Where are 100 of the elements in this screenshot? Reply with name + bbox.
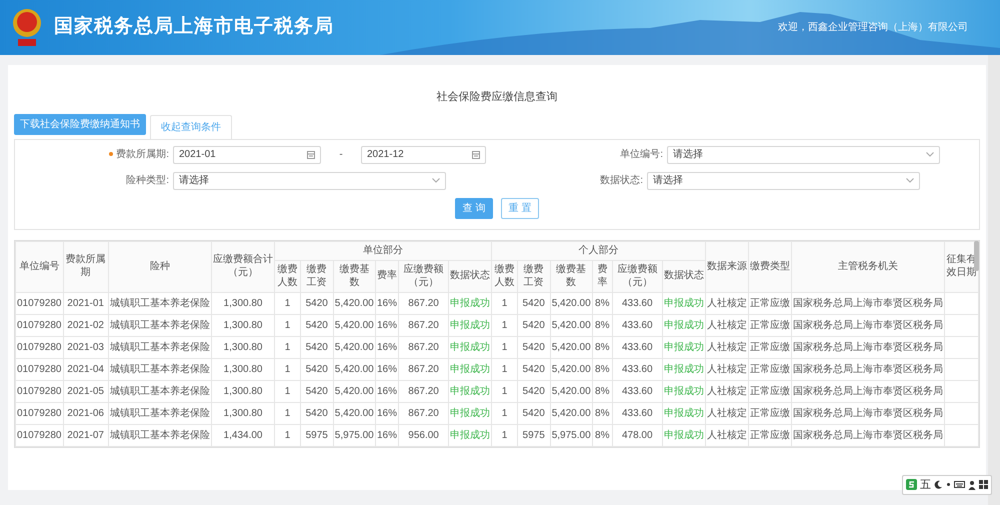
table-cell: 1 [492, 336, 518, 358]
table-cell: 433.60 [612, 402, 662, 424]
column-header: 应缴费额（元） [398, 260, 449, 292]
table-scrollbar[interactable] [974, 240, 979, 270]
column-header: 缴费基数 [333, 260, 376, 292]
table-cell: 申报成功 [448, 336, 492, 358]
table-cell: 1,434.00 [211, 424, 275, 446]
table-cell: 2021-01 [63, 292, 108, 314]
select-field[interactable]: 请选择 [647, 172, 920, 190]
column-header: 数据状态 [448, 260, 492, 292]
table-cell: 2021-02 [63, 314, 108, 336]
month-field[interactable]: 2021-01 [173, 146, 321, 164]
calendar-icon [307, 150, 315, 158]
table-cell: 16% [375, 402, 398, 424]
table-cell: 2021-07 [63, 424, 108, 446]
column-group-header: 单位部分 [274, 241, 492, 260]
select-field[interactable]: 请选择 [667, 146, 940, 164]
column-header: 数据状态 [662, 260, 706, 292]
table-cell: 2021-05 [63, 380, 108, 402]
table-cell: 人社核定 [705, 314, 748, 336]
person-icon [968, 480, 976, 490]
table-cell: 1 [274, 336, 300, 358]
table-cell: 5420 [517, 380, 550, 402]
table-cell: 申报成功 [448, 358, 492, 380]
table-cell: 申报成功 [662, 314, 706, 336]
moon-icon [934, 480, 943, 490]
table-cell: 正常应缴 [748, 358, 792, 380]
table-cell: 01079280 [16, 380, 63, 402]
table-cell: 城镇职工基本养老保险 [108, 402, 212, 424]
table-cell: 5,420.00 [333, 358, 376, 380]
table-cell: 1 [274, 358, 300, 380]
table-cell: 5420 [300, 380, 334, 402]
table-cell: 16% [375, 292, 398, 314]
table-cell: 1 [492, 402, 518, 424]
table-cell: 5420 [517, 292, 550, 314]
table-cell: 人社核定 [705, 358, 748, 380]
column-header: 费款所属期 [63, 241, 108, 292]
table-cell: 16% [375, 336, 398, 358]
table-cell: 5975 [300, 424, 334, 446]
table-cell: 867.20 [398, 314, 449, 336]
table-cell: 5,420.00 [550, 292, 592, 314]
table-cell: 867.20 [398, 358, 449, 380]
range-separator: - [338, 148, 344, 162]
column-header: 数据来源 [705, 241, 748, 292]
table-cell: 城镇职工基本养老保险 [108, 424, 212, 446]
table-cell: 433.60 [612, 336, 662, 358]
column-header: 应缴费额合计（元） [211, 241, 275, 292]
calendar-icon [472, 150, 480, 158]
table-cell: 申报成功 [448, 402, 492, 424]
table-cell: 正常应缴 [748, 336, 792, 358]
table-cell: 城镇职工基本养老保险 [108, 336, 212, 358]
table-cell: 5,975.00 [333, 424, 376, 446]
page-title: 社会保险费应缴信息查询 [436, 91, 558, 103]
table-cell: 8% [592, 358, 612, 380]
table-cell: 5420 [517, 402, 550, 424]
table-cell: 8% [592, 314, 612, 336]
table-cell: 16% [375, 358, 398, 380]
table-cell: 正常应缴 [748, 292, 792, 314]
keyboard-icon [954, 480, 965, 490]
table-cell: 国家税务总局上海市奉贤区税务局 [791, 402, 944, 424]
table-cell: 5420 [300, 292, 334, 314]
month-field[interactable]: 2021-12 [361, 146, 486, 164]
table-cell: 5420 [517, 336, 550, 358]
table-cell: 1 [274, 380, 300, 402]
table-cell: 国家税务总局上海市奉贤区税务局 [791, 336, 944, 358]
field-label: 费款所属期: [116, 149, 169, 160]
table-cell: 申报成功 [662, 402, 706, 424]
table-cell: 1 [492, 314, 518, 336]
field-label: 数据状态: [600, 175, 643, 186]
table-cell: 01079280 [16, 314, 63, 336]
column-header: 缴费工资 [300, 260, 334, 292]
page-scrollbar[interactable] [988, 55, 1000, 505]
table-cell: 5,420.00 [550, 402, 592, 424]
column-header: 缴费类型 [748, 241, 792, 292]
table-cell: 正常应缴 [748, 424, 792, 446]
table-cell: 01079280 [16, 424, 63, 446]
table-cell: 2021-03 [63, 336, 108, 358]
table-cell: 人社核定 [705, 292, 748, 314]
table-cell: 申报成功 [662, 336, 706, 358]
table-cell: 5420 [300, 402, 334, 424]
table-cell: 正常应缴 [748, 402, 792, 424]
column-header: 费率 [592, 260, 612, 292]
table-cell: 5,420.00 [550, 314, 592, 336]
table-cell: 国家税务总局上海市奉贤区税务局 [791, 380, 944, 402]
table-cell: 867.20 [398, 336, 449, 358]
table-cell: 城镇职工基本养老保险 [108, 380, 212, 402]
column-header: 缴费工资 [517, 260, 550, 292]
column-header: 险种 [108, 241, 212, 292]
table-cell: 1 [274, 424, 300, 446]
table-cell: 国家税务总局上海市奉贤区税务局 [791, 314, 944, 336]
table-cell: 01079280 [16, 292, 63, 314]
table-cell: 5420 [517, 314, 550, 336]
table-cell: 国家税务总局上海市奉贤区税务局 [791, 358, 944, 380]
ime-toolbar[interactable]: 五 [902, 474, 992, 495]
table-cell: 申报成功 [662, 380, 706, 402]
table-cell: 1,300.80 [211, 314, 275, 336]
select-field[interactable]: 请选择 [173, 172, 446, 190]
table-cell: 申报成功 [448, 424, 492, 446]
column-group-header: 个人部分 [492, 241, 706, 260]
column-header: 缴费人数 [274, 260, 300, 292]
